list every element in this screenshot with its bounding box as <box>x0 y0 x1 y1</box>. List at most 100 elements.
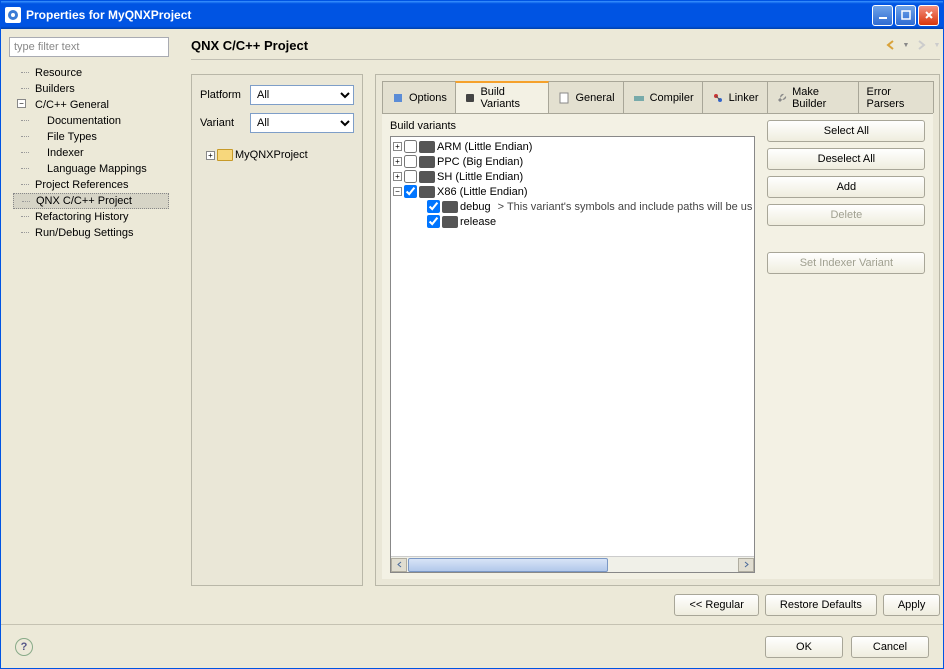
forward-dropdown-icon[interactable]: ▼ <box>933 42 940 49</box>
help-icon[interactable]: ? <box>15 638 33 656</box>
add-button[interactable]: Add <box>767 176 925 198</box>
filter-input[interactable] <box>9 37 169 57</box>
back-button[interactable] <box>883 37 899 53</box>
restore-defaults-button[interactable]: Restore Defaults <box>765 594 877 616</box>
nav-langmappings[interactable]: Language Mappings <box>13 161 169 177</box>
chip-icon <box>442 201 458 213</box>
deselect-all-button[interactable]: Deselect All <box>767 148 925 170</box>
expand-icon[interactable]: − <box>17 99 26 108</box>
expand-icon[interactable]: + <box>206 151 215 160</box>
variant-x86-checkbox[interactable] <box>404 185 417 198</box>
tab-options[interactable]: Options <box>382 81 456 113</box>
scroll-left-button[interactable] <box>391 558 407 572</box>
app-icon <box>5 7 21 23</box>
variant-x86-debug[interactable]: debug > This variant's symbols and inclu… <box>393 199 752 214</box>
tab-make-builder[interactable]: Make Builder <box>767 81 859 113</box>
tab-build-variants-label: Build Variants <box>480 86 540 110</box>
variant-arm-label: ARM (Little Endian) <box>437 141 532 153</box>
variant-sh-checkbox[interactable] <box>404 170 417 183</box>
forward-button[interactable] <box>913 37 929 53</box>
delete-button: Delete <box>767 204 925 226</box>
chip-icon <box>464 91 477 105</box>
variant-arm-checkbox[interactable] <box>404 140 417 153</box>
nav-refactor[interactable]: Refactoring History <box>13 209 169 225</box>
chip-icon <box>419 141 435 153</box>
tab-build-variants[interactable]: Build Variants <box>455 81 550 113</box>
platform-select[interactable]: All <box>250 85 354 105</box>
select-all-button[interactable]: Select All <box>767 120 925 142</box>
cancel-button[interactable]: Cancel <box>851 636 929 658</box>
expand-icon[interactable]: + <box>393 142 402 151</box>
variant-debug-note: > This variant's symbols and include pat… <box>498 201 753 213</box>
regular-button[interactable]: << Regular <box>674 594 758 616</box>
variant-sh[interactable]: + SH (Little Endian) <box>393 169 752 184</box>
back-dropdown-icon[interactable]: ▼ <box>903 42 910 49</box>
tab-error-parsers-label: Error Parsers <box>867 86 926 110</box>
tab-general-label: General <box>575 92 614 104</box>
variant-sh-label: SH (Little Endian) <box>437 171 523 183</box>
chip-icon <box>419 171 435 183</box>
apply-button[interactable]: Apply <box>883 594 941 616</box>
nav-tree: Resource Builders − C/C++ General Docume… <box>9 65 169 241</box>
document-icon <box>557 91 571 105</box>
tab-options-label: Options <box>409 92 447 104</box>
nav-projrefs[interactable]: Project References <box>13 177 169 193</box>
tab-area: Options Build Variants General Compiler <box>375 74 940 586</box>
wrench-icon <box>776 91 789 105</box>
chip-icon <box>419 156 435 168</box>
nav-builders[interactable]: Builders <box>13 81 169 97</box>
project-root-label: MyQNXProject <box>235 149 308 161</box>
tab-linker-label: Linker <box>729 92 759 104</box>
variant-debug-label: debug <box>460 201 491 213</box>
nav-indexer[interactable]: Indexer <box>13 145 169 161</box>
horizontal-scrollbar[interactable] <box>391 556 754 572</box>
ok-button[interactable]: OK <box>765 636 843 658</box>
collapse-icon[interactable]: − <box>393 187 402 196</box>
variants-label: Build variants <box>390 120 755 132</box>
tab-general[interactable]: General <box>548 81 623 113</box>
tab-linker[interactable]: Linker <box>702 81 768 113</box>
variant-ppc[interactable]: + PPC (Big Endian) <box>393 154 752 169</box>
chip-icon <box>419 186 435 198</box>
platform-panel: Platform All Variant All + MyQNXProjec <box>191 74 363 586</box>
project-root[interactable]: + MyQNXProject <box>204 147 354 163</box>
left-panel: Resource Builders − C/C++ General Docume… <box>1 29 177 624</box>
variant-label: Variant <box>200 117 250 129</box>
project-tree: + MyQNXProject <box>200 147 354 575</box>
expand-icon[interactable]: + <box>393 172 402 181</box>
expand-icon[interactable]: + <box>393 157 402 166</box>
tab-error-parsers[interactable]: Error Parsers <box>858 81 935 113</box>
variant-release-checkbox[interactable] <box>427 215 440 228</box>
variant-x86-release[interactable]: release <box>393 214 752 229</box>
variant-select[interactable]: All <box>250 113 354 133</box>
variant-debug-checkbox[interactable] <box>427 200 440 213</box>
nav-documentation[interactable]: Documentation <box>13 113 169 129</box>
variant-release-label: release <box>460 216 496 228</box>
nav-ccgeneral[interactable]: − C/C++ General <box>13 97 169 113</box>
variant-ppc-label: PPC (Big Endian) <box>437 156 523 168</box>
linker-icon <box>711 91 725 105</box>
nav-ccgeneral-label: C/C++ General <box>35 99 109 111</box>
scroll-right-button[interactable] <box>738 558 754 572</box>
scroll-thumb[interactable] <box>408 558 608 572</box>
folder-icon <box>217 149 233 161</box>
set-indexer-variant-button: Set Indexer Variant <box>767 252 925 274</box>
tab-compiler-label: Compiler <box>650 92 694 104</box>
nav-resource[interactable]: Resource <box>13 65 169 81</box>
tab-make-builder-label: Make Builder <box>792 86 849 110</box>
variant-x86[interactable]: − X86 (Little Endian) <box>393 184 752 199</box>
variant-ppc-checkbox[interactable] <box>404 155 417 168</box>
compiler-icon <box>632 91 646 105</box>
variant-x86-label: X86 (Little Endian) <box>437 186 528 198</box>
titlebar: Properties for MyQNXProject <box>1 1 943 29</box>
tab-compiler[interactable]: Compiler <box>623 81 703 113</box>
nav-rundebug[interactable]: Run/Debug Settings <box>13 225 169 241</box>
variant-arm[interactable]: + ARM (Little Endian) <box>393 139 752 154</box>
minimize-button[interactable] <box>872 5 893 26</box>
close-button[interactable] <box>918 5 939 26</box>
window-title: Properties for MyQNXProject <box>26 8 872 22</box>
options-icon <box>391 91 405 105</box>
nav-qnxproj[interactable]: QNX C/C++ Project <box>13 193 169 209</box>
nav-filetypes[interactable]: File Types <box>13 129 169 145</box>
maximize-button[interactable] <box>895 5 916 26</box>
